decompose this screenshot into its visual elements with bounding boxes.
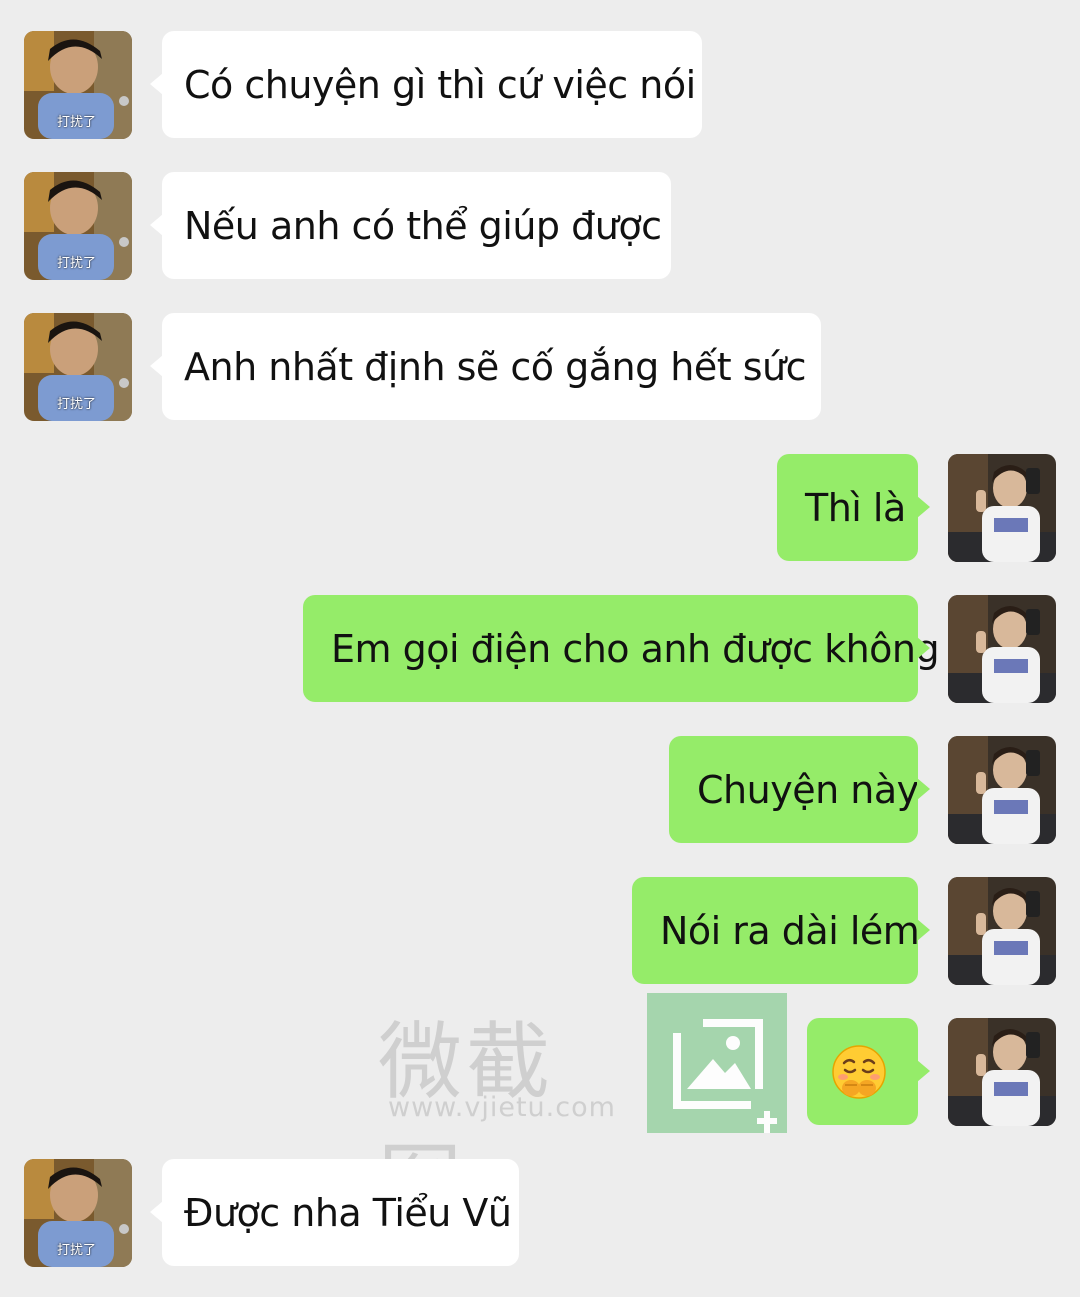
message-bubble-incoming[interactable]: Được nha Tiểu Vũ — [150, 1159, 519, 1266]
message-text: Được nha Tiểu Vũ — [184, 1190, 512, 1235]
mirror-selfie-avatar-icon — [948, 736, 1056, 844]
message-text: Có chuyện gì thì cứ việc nói — [184, 62, 696, 107]
message-text: Nói ra dài lém — [660, 908, 920, 953]
mirror-selfie-avatar-icon — [948, 595, 1056, 703]
self-avatar[interactable] — [948, 454, 1056, 562]
avatar-caption: 打扰了 — [57, 397, 97, 412]
message-bubble-outgoing[interactable] — [807, 1018, 930, 1125]
message-bubble-outgoing[interactable]: Nói ra dài lém — [632, 877, 930, 984]
contact-avatar[interactable]: 打扰了 — [24, 313, 132, 421]
message-bubble-incoming[interactable]: Có chuyện gì thì cứ việc nói — [150, 31, 702, 138]
avatar-caption: 打扰了 — [57, 256, 97, 271]
watermark-url: www.vjietu.com — [388, 1092, 616, 1123]
message-bubble-incoming[interactable]: Nếu anh có thể giúp được — [150, 172, 671, 279]
message-text: Thì là — [805, 485, 906, 530]
message-text: Anh nhất định sẽ cố gắng hết sức — [184, 344, 806, 389]
message-text: Em gọi điện cho anh được không — [331, 626, 940, 671]
pleading-hands-over-mouth-emoji — [832, 1044, 886, 1099]
contact-avatar[interactable]: 打扰了 — [24, 31, 132, 139]
self-avatar[interactable] — [948, 595, 1056, 703]
message-text: Nếu anh có thể giúp được — [184, 203, 662, 248]
message-bubble-outgoing[interactable]: Em gọi điện cho anh được không — [303, 595, 940, 702]
message-bubble-outgoing[interactable]: Chuyện này — [669, 736, 930, 843]
contact-avatar[interactable]: 打扰了 — [24, 1159, 132, 1267]
mirror-selfie-avatar-icon — [948, 1018, 1056, 1126]
mirror-selfie-avatar-icon — [948, 454, 1056, 562]
self-avatar[interactable] — [948, 1018, 1056, 1126]
contact-avatar[interactable]: 打扰了 — [24, 172, 132, 280]
self-avatar[interactable] — [948, 877, 1056, 985]
message-text: Chuyện này — [697, 767, 919, 812]
picture-frame-icon — [647, 993, 787, 1133]
avatar-caption: 打扰了 — [57, 115, 97, 130]
avatar-caption: 打扰了 — [57, 1243, 97, 1258]
message-bubble-incoming[interactable]: Anh nhất định sẽ cố gắng hết sức — [150, 313, 821, 420]
message-bubble-outgoing[interactable]: Thì là — [777, 454, 930, 561]
self-avatar[interactable] — [948, 736, 1056, 844]
mirror-selfie-avatar-icon — [948, 877, 1056, 985]
